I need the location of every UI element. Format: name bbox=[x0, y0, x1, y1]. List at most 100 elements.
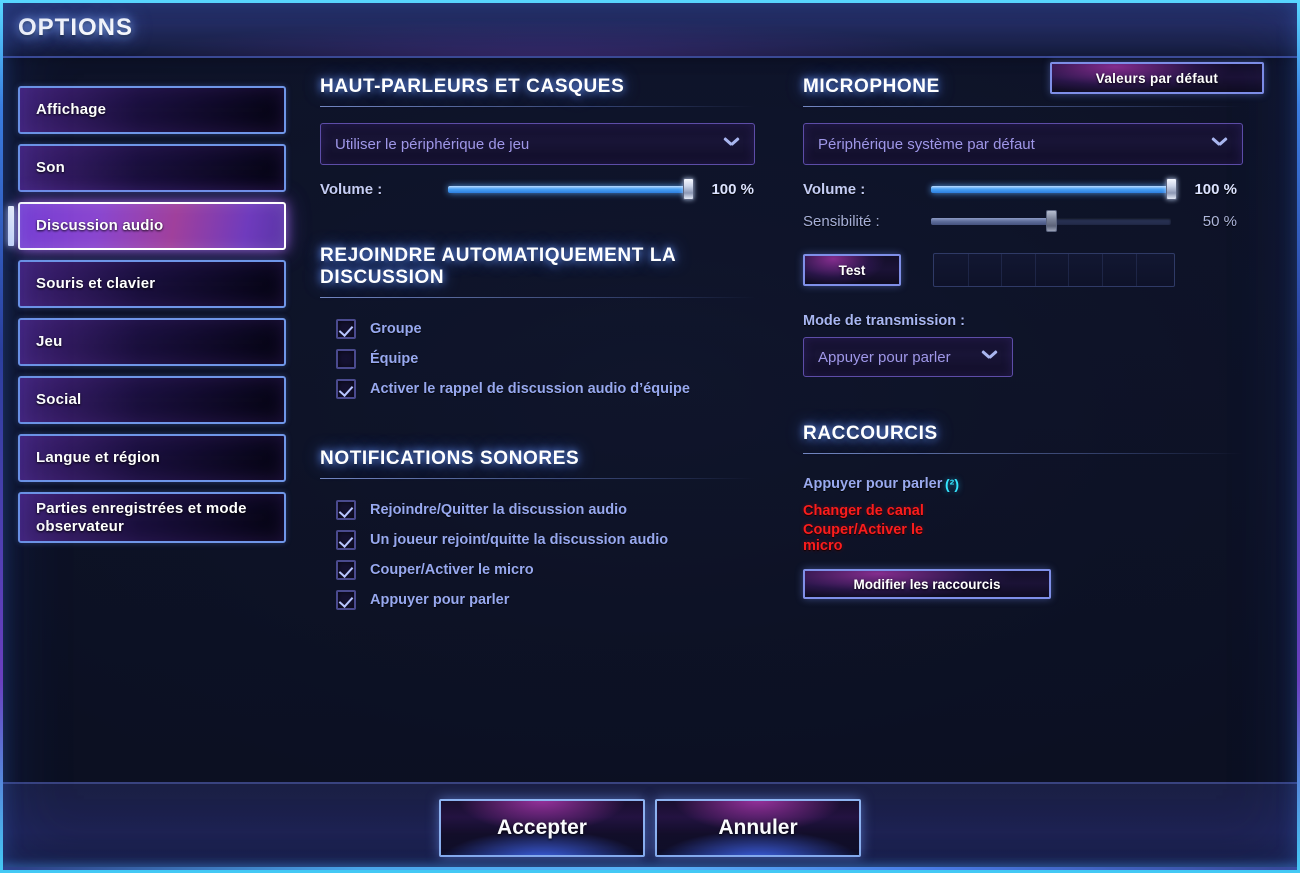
microphone-sensitivity-row: Sensibilité : 50 % bbox=[803, 207, 1243, 235]
notif-player-join-leave-label: Un joueur rejoint/quitte la discussion a… bbox=[370, 532, 669, 548]
sidebar-item-label: Langue et région bbox=[36, 449, 161, 467]
shortcut-row-mute-mic[interactable]: Couper/Activer le micro bbox=[803, 521, 1243, 554]
sidebar-item-jeu[interactable]: Jeu bbox=[18, 318, 286, 366]
shortcut-name: Appuyer pour parler bbox=[803, 475, 943, 492]
mic-test-label: Test bbox=[838, 262, 866, 278]
microphone-volume-label: Volume : bbox=[803, 180, 866, 198]
defaults-button-wrap: Valeurs par défaut bbox=[1050, 62, 1264, 94]
slider-fill bbox=[448, 185, 688, 193]
microphone-volume-slider[interactable] bbox=[931, 178, 1177, 200]
checkbox-icon[interactable] bbox=[336, 379, 356, 399]
autojoin-groupe-label: Groupe bbox=[370, 321, 422, 337]
sidebar-item-label: Jeu bbox=[36, 333, 63, 351]
notif-ptt-label: Appuyer pour parler bbox=[370, 592, 510, 608]
sidebar-item-parties-enregistrees[interactable]: Parties enregistrées et mode observateur bbox=[18, 492, 286, 544]
speaker-device-dropdown[interactable]: Utiliser le périphérique de jeu bbox=[320, 123, 755, 165]
edit-shortcuts-button[interactable]: Modifier les raccourcis bbox=[803, 569, 1051, 599]
mic-test-button[interactable]: Test bbox=[803, 254, 901, 286]
options-body: Affichage Son Discussion audio Souris et… bbox=[0, 58, 1300, 782]
right-column: MICROPHONE Périphérique système par défa… bbox=[803, 76, 1243, 782]
footer-bar: Accepter Annuler bbox=[0, 782, 1300, 871]
chevron-down-icon bbox=[724, 136, 740, 152]
page-title: OPTIONS bbox=[18, 14, 134, 41]
checkbox-icon[interactable] bbox=[336, 500, 356, 520]
section-divider bbox=[320, 106, 755, 107]
transmission-mode-dropdown[interactable]: Appuyer pour parler bbox=[803, 337, 1013, 377]
sidebar-item-label: Souris et clavier bbox=[36, 275, 156, 293]
title-bar: OPTIONS bbox=[0, 0, 1300, 58]
sidebar-item-affichage[interactable]: Affichage bbox=[18, 86, 286, 134]
checkbox-icon[interactable] bbox=[336, 560, 356, 580]
autojoin-groupe-row[interactable]: Groupe bbox=[336, 314, 755, 344]
notif-mute-row[interactable]: Couper/Activer le micro bbox=[336, 555, 755, 585]
shortcut-name: Couper/Activer le micro bbox=[803, 521, 924, 554]
autojoin-equipe-row[interactable]: Équipe bbox=[336, 344, 755, 374]
transmission-mode-value: Appuyer pour parler bbox=[818, 348, 951, 366]
speaker-volume-label: Volume : bbox=[320, 180, 383, 198]
mic-level-meter bbox=[933, 253, 1175, 287]
mic-test-row: Test bbox=[803, 253, 1243, 287]
notif-mute-label: Couper/Activer le micro bbox=[370, 562, 534, 578]
autojoin-heading: REJOINDRE AUTOMATIQUEMENT LA DISCUSSION bbox=[320, 245, 676, 288]
slider-fill bbox=[931, 217, 1051, 225]
shortcut-name: Changer de canal bbox=[803, 502, 924, 519]
autojoin-rappel-row[interactable]: Activer le rappel de discussion audio d’… bbox=[336, 374, 755, 404]
section-divider bbox=[803, 106, 1243, 107]
sidebar-item-souris-et-clavier[interactable]: Souris et clavier bbox=[18, 260, 286, 308]
shortcuts-heading: RACCOURCIS bbox=[803, 423, 938, 444]
accept-label: Accepter bbox=[497, 815, 587, 839]
microphone-device-value: Périphérique système par défaut bbox=[818, 135, 1035, 153]
microphone-volume-value: 100 % bbox=[1194, 180, 1237, 198]
slider-fill bbox=[931, 185, 1171, 193]
checkbox-icon[interactable] bbox=[336, 349, 356, 369]
sound-notifications-heading: NOTIFICATIONS SONORES bbox=[320, 448, 580, 469]
checkbox-icon[interactable] bbox=[336, 590, 356, 610]
checkbox-icon[interactable] bbox=[336, 319, 356, 339]
section-divider bbox=[320, 297, 755, 298]
autojoin-rappel-label: Activer le rappel de discussion audio d’… bbox=[370, 381, 690, 397]
notif-ptt-row[interactable]: Appuyer pour parler bbox=[336, 585, 755, 615]
sidebar-item-label: Discussion audio bbox=[36, 217, 164, 235]
notif-join-leave-row[interactable]: Rejoindre/Quitter la discussion audio bbox=[336, 495, 755, 525]
chevron-down-icon bbox=[982, 349, 998, 365]
restore-defaults-button[interactable]: Valeurs par défaut bbox=[1050, 62, 1264, 94]
settings-content: Valeurs par défaut HAUT-PARLEURS ET CASQ… bbox=[300, 58, 1300, 782]
speaker-volume-slider[interactable] bbox=[448, 178, 694, 200]
chevron-down-icon bbox=[1212, 136, 1228, 152]
cancel-button[interactable]: Annuler bbox=[655, 798, 861, 857]
microphone-sensitivity-label: Sensibilité : bbox=[803, 212, 880, 230]
sidebar: Affichage Son Discussion audio Souris et… bbox=[0, 58, 300, 782]
microphone-sensitivity-slider[interactable] bbox=[931, 210, 1171, 232]
options-window: OPTIONS Affichage Son Discussion audio S… bbox=[0, 0, 1300, 873]
sidebar-item-label: Affichage bbox=[36, 101, 107, 119]
microphone-device-dropdown[interactable]: Périphérique système par défaut bbox=[803, 123, 1243, 165]
sidebar-item-son[interactable]: Son bbox=[18, 144, 286, 192]
accept-button[interactable]: Accepter bbox=[439, 798, 645, 857]
speaker-volume-row: Volume : 100 % bbox=[320, 175, 755, 203]
speaker-device-value: Utiliser le périphérique de jeu bbox=[335, 135, 530, 153]
slider-knob[interactable] bbox=[1166, 178, 1177, 200]
shortcut-row-ptt[interactable]: Appuyer pour parler (²) bbox=[803, 470, 1243, 497]
notif-player-join-leave-row[interactable]: Un joueur rejoint/quitte la discussion a… bbox=[336, 525, 755, 555]
checkbox-icon[interactable] bbox=[336, 530, 356, 550]
slider-knob[interactable] bbox=[683, 178, 694, 200]
left-column: HAUT-PARLEURS ET CASQUES Utiliser le pér… bbox=[320, 76, 755, 782]
transmission-mode-label: Mode de transmission : bbox=[803, 313, 965, 329]
sidebar-item-langue-et-region[interactable]: Langue et région bbox=[18, 434, 286, 482]
microphone-sensitivity-value: 50 % bbox=[1202, 212, 1237, 230]
section-divider bbox=[320, 478, 755, 479]
edit-shortcuts-label: Modifier les raccourcis bbox=[853, 576, 1001, 592]
sidebar-item-label: Social bbox=[36, 391, 82, 409]
section-divider bbox=[803, 453, 1243, 454]
microphone-volume-row: Volume : 100 % bbox=[803, 175, 1243, 203]
notif-join-leave-label: Rejoindre/Quitter la discussion audio bbox=[370, 502, 628, 518]
sidebar-item-discussion-audio[interactable]: Discussion audio bbox=[8, 202, 286, 250]
cancel-label: Annuler bbox=[718, 815, 798, 839]
restore-defaults-label: Valeurs par défaut bbox=[1095, 70, 1219, 86]
title-bar-sheen bbox=[0, 0, 1300, 56]
speaker-volume-value: 100 % bbox=[711, 180, 754, 198]
sidebar-item-label: Son bbox=[36, 159, 65, 177]
slider-knob[interactable] bbox=[1046, 210, 1057, 232]
sidebar-item-social[interactable]: Social bbox=[18, 376, 286, 424]
shortcut-row-change-channel[interactable]: Changer de canal bbox=[803, 497, 1243, 524]
